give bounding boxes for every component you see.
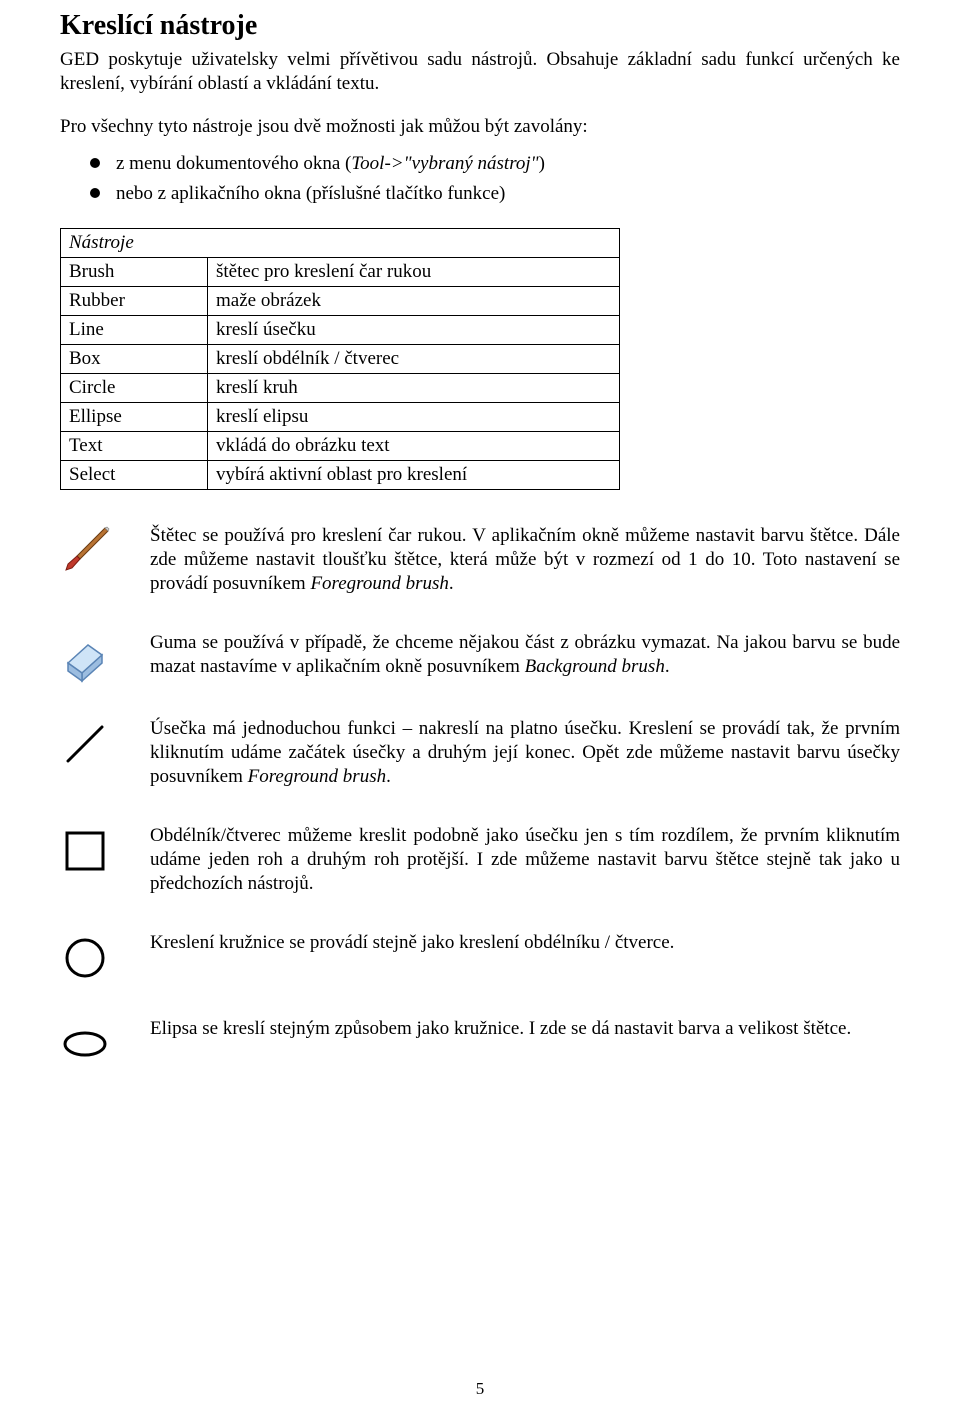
tool-desc: kreslí obdélník / čtverec [208,344,620,373]
table-row: Rubber maže obrázek [61,286,620,315]
tool-descriptions: Štětec se používá pro kreslení čar rukou… [60,524,900,1069]
tool-item-ellipse: Elipsa se kreslí stejným způsobem jako k… [60,1017,900,1069]
tool-text: Štětec se používá pro kreslení čar rukou… [150,524,900,597]
page: Kreslící nástroje GED poskytuje uživatel… [0,0,960,1409]
tool-desc: kreslí kruh [208,373,620,402]
call-options-list: z menu dokumentového okna (Tool->"vybran… [90,149,900,210]
page-number: 5 [0,1379,960,1399]
list-item: z menu dokumentového okna (Tool->"vybran… [90,149,900,179]
tool-text: Guma se používá v případě, že chceme něj… [150,631,900,680]
text-run: . [449,573,454,594]
intro-paragraph: GED poskytuje uživatelsky velmi přívětiv… [60,48,900,97]
box-icon [60,824,150,876]
ellipse-icon [60,1017,150,1069]
tool-text: Elipsa se kreslí stejným způsobem jako k… [150,1017,900,1041]
tool-desc: maže obrázek [208,286,620,315]
table-row: Circle kreslí kruh [61,373,620,402]
bullet-text-italic: Tool->"vybraný nástroj" [351,153,538,174]
bullet-text-suffix: ) [539,153,545,174]
eraser-icon [60,631,150,683]
brush-icon [60,524,150,576]
tool-item-line: Úsečka má jednoduchou funkci – nakreslí … [60,717,900,790]
table-row: Line kreslí úsečku [61,315,620,344]
text-italic: Background brush [525,656,665,677]
tool-desc: kreslí úsečku [208,315,620,344]
tool-item-box: Obdélník/čtverec můžeme kreslit podobně … [60,824,900,897]
tool-name: Rubber [61,286,208,315]
text-run: Štětec se používá pro kreslení čar rukou… [150,525,900,595]
circle-icon [60,931,150,983]
list-item: nebo z aplikačního okna (příslušné tlačí… [90,179,900,209]
line-icon [60,717,150,769]
tool-text: Kreslení kružnice se provádí stejně jako… [150,931,900,955]
text-italic: Foreground brush [248,766,386,787]
tool-name: Brush [61,257,208,286]
table-row: Ellipse kreslí elipsu [61,402,620,431]
tool-desc: štětec pro kreslení čar rukou [208,257,620,286]
tool-text: Úsečka má jednoduchou funkci – nakreslí … [150,717,900,790]
tool-name: Text [61,431,208,460]
tool-name: Box [61,344,208,373]
table-row: Box kreslí obdélník / čtverec [61,344,620,373]
tool-name: Line [61,315,208,344]
tool-name: Ellipse [61,402,208,431]
text-italic: Foreground brush [310,573,448,594]
page-title: Kreslící nástroje [60,10,900,42]
tool-item-eraser: Guma se používá v případě, že chceme něj… [60,631,900,683]
tool-item-brush: Štětec se používá pro kreslení čar rukou… [60,524,900,597]
tool-desc: vybírá aktivní oblast pro kreslení [208,460,620,489]
list-lead: Pro všechny tyto nástroje jsou dvě možno… [60,115,900,139]
table-row: Text vkládá do obrázku text [61,431,620,460]
tool-name: Circle [61,373,208,402]
tool-desc: kreslí elipsu [208,402,620,431]
table-header: Nástroje [61,228,620,257]
text-run: . [665,656,670,677]
bullet-text-prefix: z menu dokumentového okna ( [116,153,351,174]
table-row: Select vybírá aktivní oblast pro kreslen… [61,460,620,489]
tool-item-circle: Kreslení kružnice se provádí stejně jako… [60,931,900,983]
table-row: Nástroje [61,228,620,257]
bullet-text: nebo z aplikačního okna (příslušné tlačí… [116,183,505,204]
tool-desc: vkládá do obrázku text [208,431,620,460]
text-run: . [386,766,391,787]
table-row: Brush štětec pro kreslení čar rukou [61,257,620,286]
tool-text: Obdélník/čtverec můžeme kreslit podobně … [150,824,900,897]
tools-table: Nástroje Brush štětec pro kreslení čar r… [60,228,620,490]
tool-name: Select [61,460,208,489]
